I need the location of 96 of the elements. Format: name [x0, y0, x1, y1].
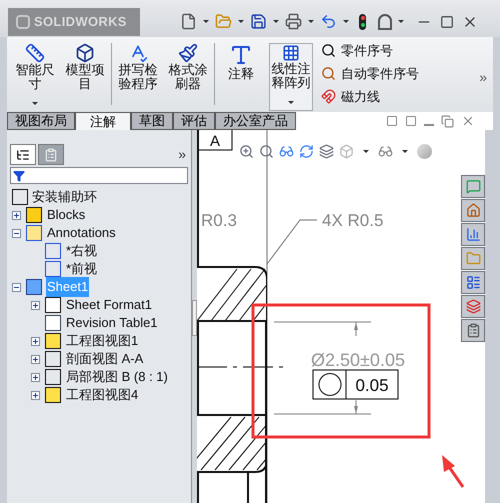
dropdown-caret-icon[interactable]: [238, 20, 244, 23]
tree-item-label[interactable]: Sheet Format1: [65, 295, 153, 315]
collapse-toggle[interactable]: [12, 282, 20, 292]
bar-chart-icon: [466, 227, 480, 242]
dropdown-caret-icon[interactable]: [203, 20, 209, 23]
rotate-icon[interactable]: [299, 144, 314, 159]
tree-item-label[interactable]: 剖面视图 A-A: [65, 349, 144, 369]
chat-icon: [466, 179, 480, 194]
magnifier-icon: [321, 66, 336, 81]
task-pane-button[interactable]: [461, 271, 485, 294]
expand-toggle[interactable]: [30, 336, 40, 346]
ribbon-small-button[interactable]: 自动零件序号: [321, 64, 419, 83]
magnifier-icon: [321, 43, 336, 58]
letter-icon: [229, 43, 253, 67]
filter-icon: [13, 170, 25, 182]
glasses-icon[interactable]: [378, 144, 393, 159]
paintbrush-icon: [178, 43, 198, 63]
task-pane-button[interactable]: [461, 223, 485, 246]
dropdown-caret-icon[interactable]: [363, 150, 369, 153]
dropdown-caret-icon[interactable]: [398, 20, 404, 23]
tree-item-label[interactable]: Blocks: [46, 205, 86, 225]
layers-icon: [466, 299, 480, 314]
tree-icon: [16, 148, 30, 162]
save-icon[interactable]: [250, 13, 267, 30]
restore-icon[interactable]: [441, 114, 454, 128]
logo-icon: [16, 15, 30, 29]
task-pane-button[interactable]: [461, 199, 485, 222]
expand-toggle[interactable]: [30, 390, 40, 400]
dropdown-caret-icon[interactable]: [288, 101, 294, 104]
task-pane-button[interactable]: [461, 175, 485, 198]
dimension-text: Ø2.50±0.05: [311, 350, 405, 370]
command-tab[interactable]: 评估: [173, 112, 215, 130]
tree-item-label[interactable]: 工程图视图1: [65, 331, 140, 351]
expand-toggle[interactable]: [30, 300, 40, 310]
arrow-icon: [442, 455, 464, 488]
tile-window-icon[interactable]: [405, 115, 417, 127]
task-pane-button[interactable]: [461, 319, 485, 342]
grid-icon: [282, 44, 300, 62]
dropdown-caret-icon[interactable]: [343, 20, 349, 23]
tree-item-label[interactable]: *右视: [65, 241, 98, 261]
radius-note: R0.3: [201, 211, 237, 230]
close-icon[interactable]: [461, 114, 475, 128]
ribbon-button[interactable]: 线性注 释阵列: [269, 43, 313, 111]
task-pane-button[interactable]: [461, 247, 485, 270]
command-tab[interactable]: 办公室产品: [215, 112, 296, 130]
traffic-light-icon[interactable]: [359, 14, 366, 30]
maximize-icon[interactable]: [440, 14, 454, 28]
expand-toggle[interactable]: [30, 354, 40, 364]
tree-item-label[interactable]: Annotations: [46, 223, 117, 243]
zoom-icon[interactable]: [239, 144, 254, 159]
printer-icon[interactable]: [285, 13, 302, 30]
command-tab[interactable]: 草图: [131, 112, 173, 130]
dimension-icon: [25, 43, 45, 63]
new-document-icon[interactable]: [180, 13, 197, 30]
tree-item-label[interactable]: *前视: [65, 259, 98, 279]
view-label: A: [210, 133, 220, 150]
clipboard-icon: [466, 323, 480, 338]
tree-item-label[interactable]: 工程图视图4: [65, 385, 140, 405]
dropdown-caret-icon[interactable]: [308, 20, 314, 23]
tree-item-label[interactable]: 局部视图 B (8 : 1): [65, 367, 169, 387]
ribbon-button[interactable]: 模型项 目: [63, 43, 107, 111]
ribbon-small-button[interactable]: 零件序号: [321, 41, 419, 60]
panel-tab[interactable]: [10, 144, 36, 165]
dropdown-caret-icon[interactable]: [273, 20, 279, 23]
home-icon: [466, 203, 480, 218]
expand-toggle[interactable]: [12, 210, 20, 220]
tile-window-icon[interactable]: [386, 115, 398, 127]
task-pane-button[interactable]: [461, 295, 485, 318]
undo-icon[interactable]: [320, 13, 337, 30]
clipboard-icon: [44, 148, 58, 162]
ribbon-button[interactable]: 注释: [219, 43, 263, 111]
command-tab[interactable]: 注解: [75, 112, 131, 130]
dropdown-caret-icon[interactable]: [32, 102, 38, 105]
search-icon[interactable]: [259, 144, 274, 159]
tolerance-value: 0.05: [355, 376, 389, 395]
cube-icon: [75, 43, 95, 63]
tree-item-label[interactable]: Revision Table1: [65, 313, 159, 333]
layers-icon[interactable]: [319, 144, 334, 159]
magnet-icon: [321, 89, 336, 104]
ribbon-button[interactable]: 智能尺 寸: [13, 43, 57, 111]
expand-toggle[interactable]: [30, 372, 40, 382]
panel-collapse-handle[interactable]: [192, 300, 197, 336]
ribbon-small-button[interactable]: 磁力线: [321, 87, 419, 106]
leader-note: 4X R0.5: [322, 211, 384, 230]
ribbon-button[interactable]: 格式涂 刷器: [166, 43, 210, 111]
list-icon: [466, 275, 480, 290]
logo-text: SOLIDWORKS: [34, 13, 127, 32]
panel-expand-button[interactable]: »: [178, 144, 186, 165]
tree-root-label[interactable]: 安装辅助环: [32, 187, 97, 207]
command-tab[interactable]: 视图布局: [7, 112, 75, 130]
filter-field[interactable]: [10, 167, 188, 184]
glasses-icon[interactable]: [279, 144, 294, 159]
ribbon-overflow-button[interactable]: »: [479, 67, 487, 88]
ribbon-button[interactable]: 拼写检 验程序: [116, 43, 160, 111]
dropdown-caret-icon[interactable]: [402, 150, 408, 153]
collapse-toggle[interactable]: [12, 228, 20, 238]
